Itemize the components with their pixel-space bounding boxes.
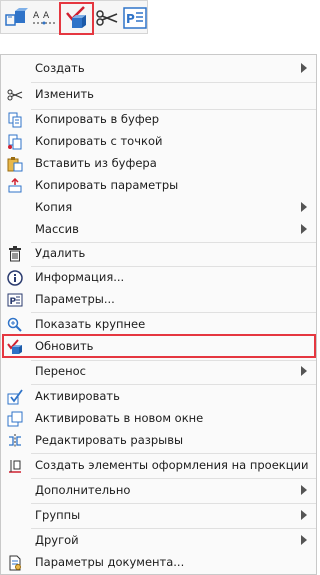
paste-icon <box>7 156 23 172</box>
menu-item-label: Создать <box>35 61 85 75</box>
menu-item-label: Параметры... <box>35 292 115 306</box>
menu-item-label: Показать крупнее <box>35 317 146 331</box>
copy-with-point-icon <box>7 134 23 150</box>
menu-item-zoom-in[interactable]: Показать крупнее <box>1 314 316 336</box>
activate-icon <box>7 389 23 405</box>
submenu-arrow-icon <box>301 534 307 545</box>
svg-text:P: P <box>10 297 17 307</box>
submenu-arrow-icon <box>301 509 307 520</box>
context-menu: Создать Изменить Копировать в буфер Копи… <box>0 54 317 575</box>
menu-item-label: Информация... <box>35 270 125 284</box>
activate-new-window-icon <box>7 411 23 427</box>
menu-item-label: Вставить из буфера <box>35 156 157 170</box>
separator <box>31 82 316 83</box>
separator <box>31 453 316 454</box>
menu-item-copy[interactable]: Копия <box>1 197 316 219</box>
menu-item-label: Группы <box>35 508 81 522</box>
menu-item-label: Активировать <box>35 389 120 403</box>
menu-item-create-annotations[interactable]: Создать элементы оформления на проекции <box>1 455 316 477</box>
menu-item-array[interactable]: Массив <box>1 219 316 241</box>
zoom-in-icon <box>7 317 23 333</box>
menu-item-transfer[interactable]: Перенос <box>1 361 316 383</box>
menu-item-label: Другой <box>35 533 79 547</box>
info-icon <box>7 270 23 286</box>
menu-item-edit-breaks[interactable]: Редактировать разрывы <box>1 430 316 452</box>
menu-item-additional[interactable]: Дополнительно <box>1 480 316 502</box>
separator <box>31 478 316 479</box>
cube-view-icon[interactable] <box>3 5 29 31</box>
submenu-arrow-icon <box>301 62 307 73</box>
menu-item-label: Активировать в новом окне <box>35 411 204 425</box>
annotation-elements-icon <box>7 458 23 474</box>
menu-item-label: Перенос <box>35 364 86 378</box>
menu-item-parameters[interactable]: P Параметры... <box>1 289 316 311</box>
submenu-arrow-icon <box>301 365 307 376</box>
parameters-icon: P <box>7 292 23 308</box>
menu-item-label: Массив <box>35 222 79 236</box>
document-parameters-icon <box>7 555 23 571</box>
menu-item-copy-parameters[interactable]: Копировать параметры <box>1 175 316 197</box>
copy-parameters-icon <box>7 178 23 194</box>
mini-toolbar: A A P <box>0 0 148 35</box>
menu-item-activate-new-window[interactable]: Активировать в новом окне <box>1 408 316 430</box>
menu-item-information[interactable]: Информация... <box>1 267 316 289</box>
menu-item-other[interactable]: Другой <box>1 530 316 552</box>
menu-item-delete[interactable]: Удалить <box>1 243 316 265</box>
svg-text:P: P <box>126 12 135 26</box>
submenu-arrow-icon <box>301 223 307 234</box>
menu-item-label: Копировать с точкой <box>35 134 163 148</box>
submenu-arrow-icon <box>301 201 307 212</box>
separator <box>31 528 316 529</box>
edit-icon[interactable] <box>95 5 121 31</box>
svg-text:A: A <box>33 11 40 21</box>
menu-item-edit[interactable]: Изменить <box>1 84 316 106</box>
scissors-icon <box>7 87 23 103</box>
text-dimension-icon[interactable]: A A <box>31 5 57 31</box>
edit-breaks-icon <box>7 433 23 449</box>
menu-item-label: Удалить <box>35 246 86 260</box>
menu-item-label: Изменить <box>35 87 94 101</box>
menu-item-label: Копировать параметры <box>35 178 179 192</box>
svg-text:A: A <box>43 11 50 21</box>
copy-icon <box>7 112 23 128</box>
menu-item-activate[interactable]: Активировать <box>1 386 316 408</box>
menu-item-label: Дополнительно <box>35 483 131 497</box>
separator <box>31 312 316 313</box>
menu-item-label: Создать элементы оформления на проекции <box>35 458 309 472</box>
toolbar-highlight-box <box>59 2 94 35</box>
menu-item-label: Параметры документа... <box>35 555 185 569</box>
menu-item-document-parameters[interactable]: Параметры документа... <box>1 552 316 574</box>
menu-item-groups[interactable]: Группы <box>1 505 316 527</box>
separator <box>31 503 316 504</box>
submenu-arrow-icon <box>301 484 307 495</box>
parameters-icon[interactable]: P <box>122 5 148 31</box>
menu-item-label: Редактировать разрывы <box>35 433 184 447</box>
separator <box>31 384 316 385</box>
update-highlight-box <box>2 334 316 358</box>
menu-item-copy-with-point[interactable]: Копировать с точкой <box>1 131 316 153</box>
menu-item-paste[interactable]: Вставить из буфера <box>1 153 316 175</box>
menu-item-create[interactable]: Создать <box>1 58 316 80</box>
menu-item-label: Копировать в буфер <box>35 112 160 126</box>
trash-icon <box>7 246 23 262</box>
menu-item-copy-to-clipboard[interactable]: Копировать в буфер <box>1 109 316 131</box>
menu-item-label: Копия <box>35 200 73 214</box>
